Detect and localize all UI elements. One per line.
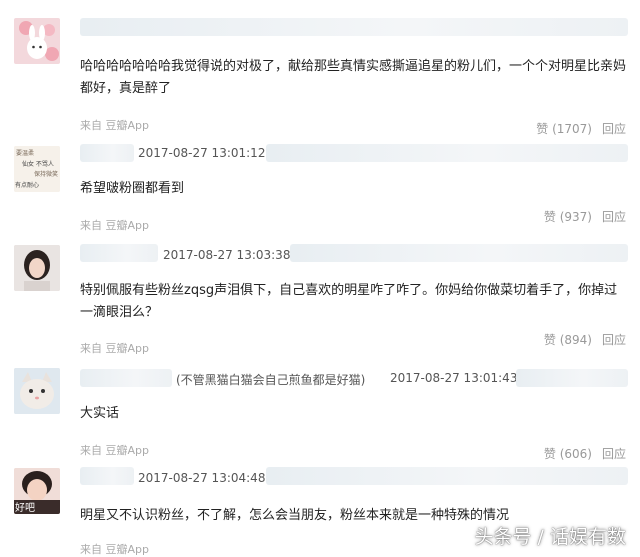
- svg-text:仙女 不骂人: 仙女 不骂人: [22, 160, 54, 168]
- comment-actions: 赞 (606) 回应: [544, 445, 626, 462]
- extra-blurred: [516, 369, 628, 387]
- comment-time: 2017-08-27 13:01:43: [390, 371, 518, 385]
- comment-text: 哈哈哈哈哈哈哈我觉得说的对极了，献给那些真情实感撕逼追星的粉儿们，一个个对明星比…: [80, 59, 627, 96]
- comment-time: 2017-08-27 13:01:12: [138, 146, 266, 160]
- reply-button[interactable]: 回应: [602, 333, 626, 347]
- comment-source: 来自 豆瓣App: [80, 342, 149, 355]
- girl-portrait-icon: [14, 245, 60, 291]
- like-button[interactable]: 赞 (937): [544, 210, 592, 224]
- username-blurred[interactable]: [80, 467, 134, 485]
- extra-blurred: [266, 144, 628, 162]
- avatar[interactable]: 要温柔 仙女 不骂人 保持微笑 有点耐心: [14, 146, 60, 192]
- cat-face-icon: [14, 368, 60, 414]
- comment-actions: 赞 (1707) 回应: [536, 120, 626, 137]
- comment-text: 大实话: [80, 406, 120, 421]
- comment-time: 2017-08-27 13:04:48: [138, 471, 266, 485]
- avatar[interactable]: [14, 368, 60, 414]
- text-card-icon: 要温柔 仙女 不骂人 保持微笑 有点耐心: [14, 146, 60, 192]
- extra-blurred: [290, 244, 628, 262]
- comment-actions: 赞 (937) 回应: [544, 208, 626, 225]
- user-signature: (不管黑猫白猫会自己煎鱼都是好猫): [176, 373, 366, 387]
- comment-text: 特别佩服有些粉丝zqsg声泪俱下，自己喜欢的明星咋了咋了。你妈给你做菜切着手了，…: [80, 283, 618, 320]
- child-photo-icon: 好吧: [14, 468, 60, 514]
- comment-source: 来自 豆瓣App: [80, 119, 149, 132]
- comment-text: 希望啵粉圈都看到: [80, 181, 185, 196]
- like-button[interactable]: 赞 (894): [544, 333, 592, 347]
- reply-button[interactable]: 回应: [602, 447, 626, 461]
- avatar[interactable]: 好吧: [14, 468, 60, 514]
- username-blurred[interactable]: [80, 244, 158, 262]
- like-button[interactable]: 赞 (606): [544, 447, 592, 461]
- svg-text:保持微笑: 保持微笑: [34, 170, 58, 178]
- reply-button[interactable]: 回应: [602, 210, 626, 224]
- comment-source: 来自 豆瓣App: [80, 444, 149, 457]
- reply-button[interactable]: 回应: [602, 122, 626, 136]
- comment-source: 来自 豆瓣App: [80, 219, 149, 232]
- svg-text:有点耐心: 有点耐心: [15, 181, 39, 189]
- avatar[interactable]: [14, 18, 60, 64]
- username-blurred[interactable]: [80, 144, 134, 162]
- cartoon-bunny-icon: [19, 21, 59, 61]
- svg-text:要温柔: 要温柔: [16, 149, 34, 157]
- comment-actions: 赞 (894) 回应: [544, 331, 626, 348]
- like-button[interactable]: 赞 (1707): [536, 122, 592, 136]
- username-blurred[interactable]: [80, 18, 628, 36]
- svg-text:好吧: 好吧: [15, 502, 35, 514]
- extra-blurred: [266, 467, 628, 485]
- watermark: 头条号 / 话娱有数: [474, 526, 626, 548]
- username-blurred[interactable]: [80, 369, 172, 387]
- comment-time: 2017-08-27 13:03:38: [163, 248, 291, 262]
- avatar[interactable]: [14, 245, 60, 291]
